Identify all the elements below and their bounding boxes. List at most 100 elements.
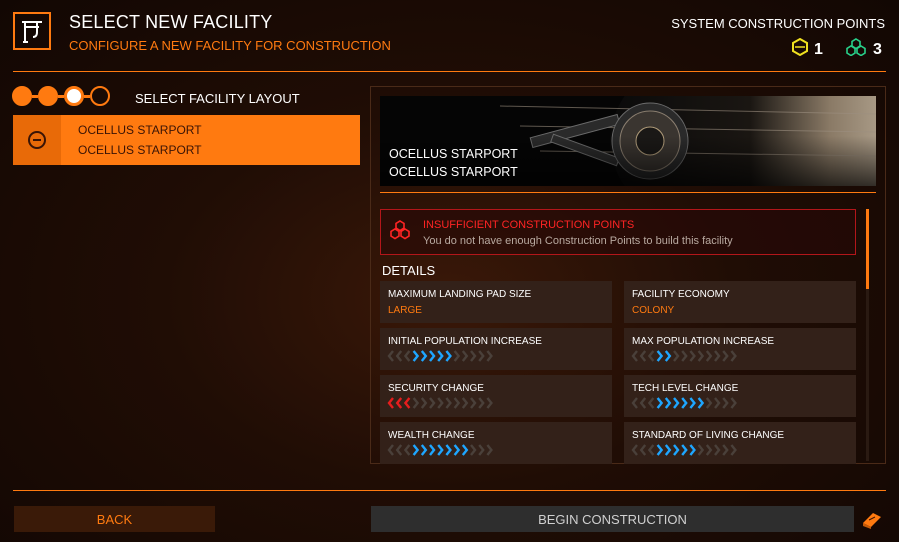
change-meter xyxy=(630,397,770,409)
meter-chevron xyxy=(412,397,420,409)
meter-chevron xyxy=(722,444,729,456)
meter-chevron xyxy=(656,444,664,456)
tier3-points: 3 xyxy=(845,38,882,61)
meter-chevron xyxy=(730,444,737,456)
step-dot-4 xyxy=(90,86,110,106)
meter-chevron xyxy=(656,350,664,362)
detail-label: MAXIMUM LANDING PAD SIZE xyxy=(388,289,532,300)
tier3-points-value: 3 xyxy=(873,40,882,58)
detail-value: LARGE xyxy=(388,305,422,316)
meter-chevron xyxy=(412,350,420,362)
facility-list-item[interactable]: OCELLUS STARPORT OCELLUS STARPORT xyxy=(13,115,360,165)
page-title: SELECT NEW FACILITY xyxy=(69,12,273,32)
meter-chevron xyxy=(429,444,436,456)
detail-max-population: MAX POPULATION INCREASE xyxy=(624,328,856,370)
meter-chevron xyxy=(461,397,469,409)
meter-chevron xyxy=(714,350,721,362)
detail-security: SECURITY CHANGE xyxy=(380,375,612,417)
meter-chevron xyxy=(730,397,737,409)
meter-chevron xyxy=(714,397,721,409)
meter-chevron xyxy=(639,350,647,362)
meter-chevron xyxy=(689,444,696,456)
header-divider xyxy=(13,71,886,72)
detail-landing-pad: MAXIMUM LANDING PAD SIZE LARGE xyxy=(380,281,612,323)
meter-chevron xyxy=(714,444,721,456)
meter-chevron xyxy=(445,444,452,456)
meter-chevron xyxy=(453,397,461,409)
meter-chevron xyxy=(705,444,713,456)
meter-chevron xyxy=(470,444,477,456)
detail-economy: FACILITY ECONOMY COLONY xyxy=(624,281,856,323)
meter-chevron xyxy=(647,397,655,409)
meter-chevron xyxy=(730,350,737,362)
meter-chevron xyxy=(673,444,680,456)
meter-chevron xyxy=(429,350,436,362)
meter-chevron xyxy=(445,350,452,362)
meter-chevron xyxy=(387,397,394,409)
meter-chevron xyxy=(387,350,394,362)
detail-label: MAX POPULATION INCREASE xyxy=(632,336,775,347)
preview-facility-layout: OCELLUS STARPORT xyxy=(389,165,518,179)
change-meter xyxy=(386,397,526,409)
step-progress xyxy=(12,86,110,106)
meter-chevron xyxy=(647,444,655,456)
change-meter xyxy=(386,444,526,456)
detail-label: FACILITY ECONOMY xyxy=(632,289,730,300)
begin-construction-button[interactable]: BEGIN CONSTRUCTION xyxy=(371,506,854,532)
meter-chevron xyxy=(453,444,461,456)
meter-chevron xyxy=(420,397,428,409)
meter-chevron xyxy=(437,397,444,409)
meter-chevron xyxy=(478,350,485,362)
meter-chevron xyxy=(486,444,493,456)
step-dot-2 xyxy=(38,86,58,106)
construction-points-label: SYSTEM CONSTRUCTION POINTS xyxy=(671,16,885,31)
tier2-points-value: 1 xyxy=(814,40,823,58)
codex-book-icon[interactable] xyxy=(858,506,885,532)
back-button[interactable]: BACK xyxy=(14,506,215,532)
meter-chevron xyxy=(689,350,696,362)
meter-chevron xyxy=(486,397,493,409)
detail-value: COLONY xyxy=(632,305,675,316)
meter-chevron xyxy=(697,444,705,456)
detail-label: INITIAL POPULATION INCREASE xyxy=(388,336,542,347)
hex-cluster-warning-icon xyxy=(389,220,411,247)
change-meter xyxy=(386,350,526,362)
meter-chevron xyxy=(664,350,672,362)
detail-label: SECURITY CHANGE xyxy=(388,383,484,394)
page-subtitle: CONFIGURE A NEW FACILITY FOR CONSTRUCTIO… xyxy=(69,38,391,53)
meter-chevron xyxy=(470,397,477,409)
meter-chevron xyxy=(420,350,428,362)
construction-crane-icon xyxy=(13,12,51,50)
hex-cluster-icon xyxy=(845,38,867,61)
meter-chevron xyxy=(664,397,672,409)
meter-chevron xyxy=(673,397,680,409)
meter-chevron xyxy=(478,444,485,456)
detail-standard-of-living: STANDARD OF LIVING CHANGE xyxy=(624,422,856,464)
meter-chevron xyxy=(681,350,688,362)
meter-chevron xyxy=(631,444,638,456)
tier2-points: 1 xyxy=(792,37,823,61)
meter-chevron xyxy=(486,350,493,362)
details-scrollbar-thumb[interactable] xyxy=(866,209,869,289)
meter-chevron xyxy=(470,350,477,362)
meter-chevron xyxy=(420,444,428,456)
meter-chevron xyxy=(681,444,688,456)
meter-chevron xyxy=(437,350,444,362)
warning-message: You do not have enough Construction Poin… xyxy=(423,235,733,247)
meter-chevron xyxy=(631,350,638,362)
meter-chevron xyxy=(631,397,638,409)
detail-label: WEALTH CHANGE xyxy=(388,430,475,441)
meter-chevron xyxy=(656,397,664,409)
meter-chevron xyxy=(478,397,485,409)
meter-chevron xyxy=(461,444,469,456)
meter-chevron xyxy=(387,444,394,456)
meter-chevron xyxy=(697,350,705,362)
meter-chevron xyxy=(722,397,729,409)
meter-chevron xyxy=(664,444,672,456)
meter-chevron xyxy=(461,350,469,362)
step-label: SELECT FACILITY LAYOUT xyxy=(135,91,300,106)
meter-chevron xyxy=(445,397,452,409)
preview-facility-name: OCELLUS STARPORT xyxy=(389,147,518,161)
meter-chevron xyxy=(639,444,647,456)
detail-wealth: WEALTH CHANGE xyxy=(380,422,612,464)
